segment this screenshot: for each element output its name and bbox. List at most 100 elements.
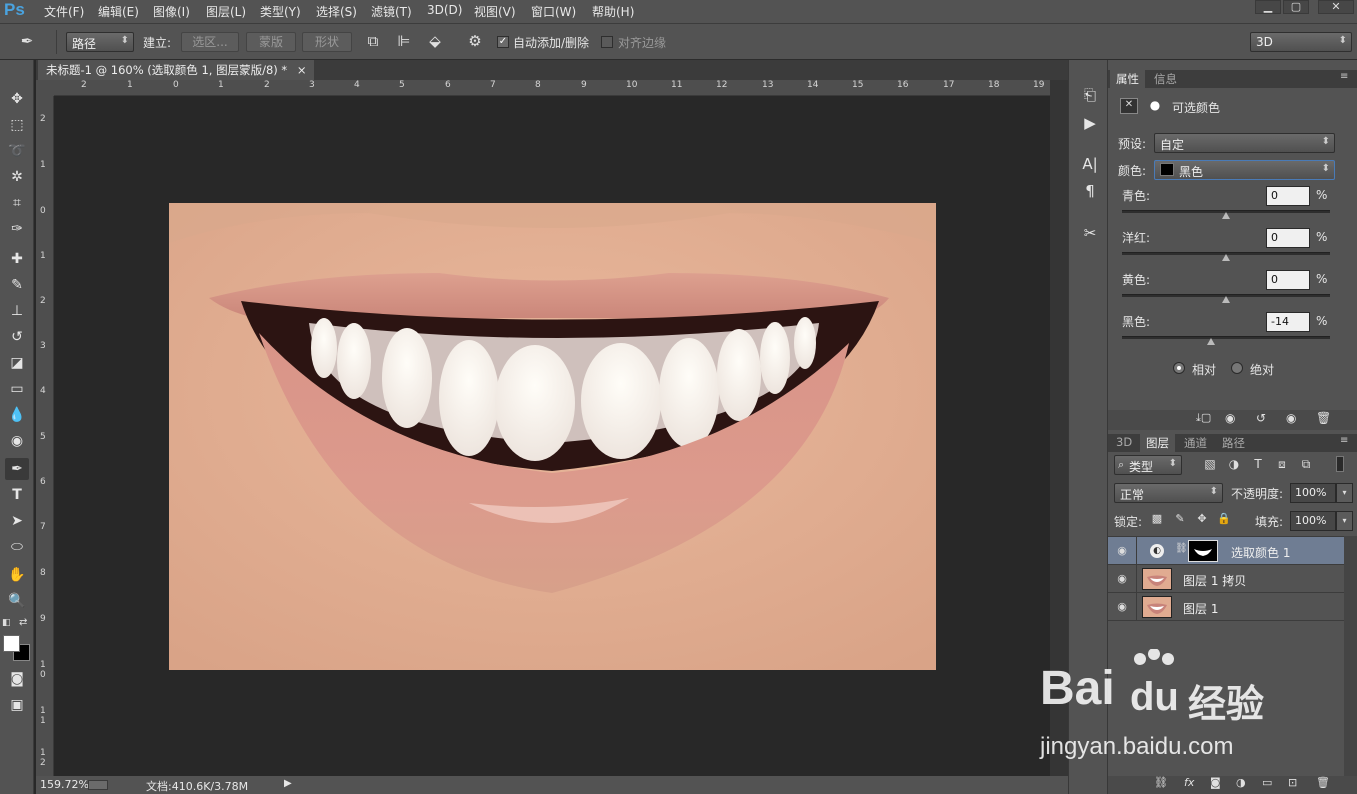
gradient-tool-icon[interactable]: ▭	[5, 378, 29, 400]
move-tool-icon[interactable]: ✥	[5, 88, 29, 110]
tab-layers[interactable]: 图层	[1140, 434, 1175, 452]
fx-icon[interactable]: fx	[1184, 776, 1194, 789]
black-slider-track[interactable]	[1122, 336, 1330, 339]
align-edges-checkbox[interactable]	[601, 36, 613, 48]
screen-mode-icon[interactable]: ▣	[5, 694, 29, 716]
menu-image[interactable]: 图像(I)	[153, 3, 190, 20]
ellipse-tool-icon[interactable]: ⬭	[5, 536, 29, 558]
lock-all-icon[interactable]: 🔒	[1217, 512, 1231, 525]
lock-image-icon[interactable]: ✎	[1173, 512, 1187, 525]
layer-name[interactable]: 图层 1	[1183, 600, 1218, 617]
link-layers-icon[interactable]: ⛓	[1154, 776, 1168, 789]
path-operations-icon[interactable]: ⧉	[362, 32, 384, 50]
make-mask-button[interactable]: 蒙版	[246, 32, 296, 52]
menu-3d[interactable]: 3D(D)	[427, 3, 462, 17]
maximize-button[interactable]: ▢	[1283, 0, 1309, 14]
add-mask-icon[interactable]: ◙	[1210, 776, 1221, 789]
eye-icon[interactable]: ◉	[1114, 600, 1130, 614]
tool-presets-icon[interactable]: ✂	[1079, 222, 1101, 244]
yellow-input[interactable]: 0	[1266, 270, 1310, 290]
status-icon[interactable]	[88, 780, 108, 790]
blur-tool-icon[interactable]: 💧	[5, 404, 29, 426]
layer-mask-thumbnail[interactable]	[1188, 540, 1218, 562]
relative-radio[interactable]	[1173, 362, 1185, 374]
layers-menu-icon[interactable]: ≡	[1340, 435, 1348, 446]
magic-wand-tool-icon[interactable]: ✲	[5, 166, 29, 188]
absolute-radio[interactable]	[1231, 362, 1243, 374]
eraser-tool-icon[interactable]: ◪	[5, 352, 29, 374]
layer-filter-select[interactable]: 类型	[1114, 455, 1182, 475]
path-arrangement-icon[interactable]: ⬙	[424, 32, 446, 50]
layer-row-layer1[interactable]: ◉ 图层 1	[1108, 593, 1344, 621]
new-adjustment-icon[interactable]: ◑	[1236, 776, 1246, 789]
menu-view[interactable]: 视图(V)	[474, 3, 516, 20]
swap-colors-icon[interactable]: ⇄	[19, 617, 27, 628]
menu-layer[interactable]: 图层(L)	[206, 3, 246, 20]
clone-stamp-tool-icon[interactable]: ⊥	[5, 300, 29, 322]
make-shape-button[interactable]: 形状	[302, 32, 352, 52]
gear-icon[interactable]: ⚙	[464, 32, 486, 50]
workspace-select[interactable]: 3D	[1250, 32, 1352, 52]
black-slider-thumb[interactable]	[1207, 338, 1215, 345]
visibility-eye-icon[interactable]: ◉	[1286, 411, 1296, 425]
path-selection-tool-icon[interactable]: ➤	[5, 510, 29, 532]
tab-3d[interactable]: 3D	[1110, 434, 1138, 452]
magenta-input[interactable]: 0	[1266, 228, 1310, 248]
layer-name[interactable]: 图层 1 拷贝	[1183, 572, 1246, 589]
tool-mode-select[interactable]: 路径	[66, 32, 134, 52]
minimize-button[interactable]: ▁	[1255, 0, 1281, 14]
menu-filter[interactable]: 滤镜(T)	[371, 3, 412, 20]
close-window-button[interactable]: ✕	[1318, 0, 1354, 14]
lock-transparent-icon[interactable]: ▩	[1150, 512, 1164, 525]
pen-tool-preset-icon[interactable]: ✒	[16, 32, 38, 50]
tab-channels[interactable]: 通道	[1178, 434, 1213, 452]
canvas-area[interactable]	[54, 96, 1050, 776]
panel-menu-icon[interactable]: ≡	[1340, 71, 1348, 82]
auto-add-delete-checkbox[interactable]: ✓	[497, 36, 509, 48]
default-colors-icon[interactable]: ◧	[2, 618, 11, 628]
marquee-tool-icon[interactable]: ⬚	[5, 114, 29, 136]
filter-pixel-icon[interactable]: ▧	[1202, 457, 1218, 471]
cyan-slider-thumb[interactable]	[1222, 212, 1230, 219]
type-tool-icon[interactable]: T	[5, 484, 29, 506]
layer-row-layer1-copy[interactable]: ◉ 图层 1 拷贝	[1108, 565, 1344, 593]
paragraph-icon[interactable]: ¶	[1079, 180, 1101, 202]
magenta-slider-thumb[interactable]	[1222, 254, 1230, 261]
layer-row-selective-color[interactable]: ◉ ◐ ⛓ 选取颜色 1	[1108, 537, 1344, 565]
menu-edit[interactable]: 编辑(E)	[98, 3, 139, 20]
path-alignment-icon[interactable]: ⊫	[393, 32, 415, 50]
dodge-tool-icon[interactable]: ◉	[5, 430, 29, 452]
blend-mode-select[interactable]: 正常	[1114, 483, 1223, 503]
healing-brush-tool-icon[interactable]: ✚	[5, 248, 29, 270]
filter-shape-icon[interactable]: ⧈	[1274, 457, 1290, 472]
filter-type-icon[interactable]: T	[1250, 457, 1266, 471]
filter-toggle[interactable]	[1336, 456, 1344, 472]
mask-icon[interactable]: ●	[1146, 98, 1164, 114]
ruler-origin[interactable]	[36, 80, 54, 96]
new-layer-icon[interactable]: ⊡	[1288, 776, 1297, 789]
zoom-tool-icon[interactable]: 🔍	[5, 590, 29, 612]
preset-select[interactable]: 自定	[1154, 133, 1335, 153]
cyan-input[interactable]: 0	[1266, 186, 1310, 206]
history-icon[interactable]: ⎗	[1079, 84, 1101, 106]
opacity-input[interactable]: 100%	[1290, 483, 1336, 503]
lasso-tool-icon[interactable]: ➰	[5, 140, 29, 162]
eye-icon[interactable]: ◉	[1114, 544, 1130, 558]
document-tab[interactable]: 未标题-1 @ 160% (选取颜色 1, 图层蒙版/8) * ×	[38, 60, 314, 80]
clip-to-layer-icon[interactable]: ⤓▢	[1196, 411, 1211, 425]
zoom-level[interactable]: 159.72%	[40, 778, 89, 791]
trash-icon[interactable]: 🗑	[1316, 411, 1331, 425]
menu-help[interactable]: 帮助(H)	[592, 3, 634, 20]
reset-icon[interactable]: ↺	[1256, 411, 1266, 425]
new-group-icon[interactable]: ▭	[1262, 776, 1272, 789]
black-input[interactable]: -14	[1266, 312, 1310, 332]
filter-smart-object-icon[interactable]: ⧉	[1298, 457, 1314, 472]
menu-window[interactable]: 窗口(W)	[531, 3, 576, 20]
tab-properties[interactable]: 属性	[1110, 70, 1145, 88]
make-selection-button[interactable]: 选区...	[181, 32, 239, 52]
close-tab-icon[interactable]: ×	[297, 63, 307, 77]
document-image[interactable]	[169, 203, 936, 670]
eye-icon[interactable]: ◉	[1114, 572, 1130, 586]
color-select[interactable]: 黑色	[1154, 160, 1335, 180]
menu-select[interactable]: 选择(S)	[316, 3, 357, 20]
